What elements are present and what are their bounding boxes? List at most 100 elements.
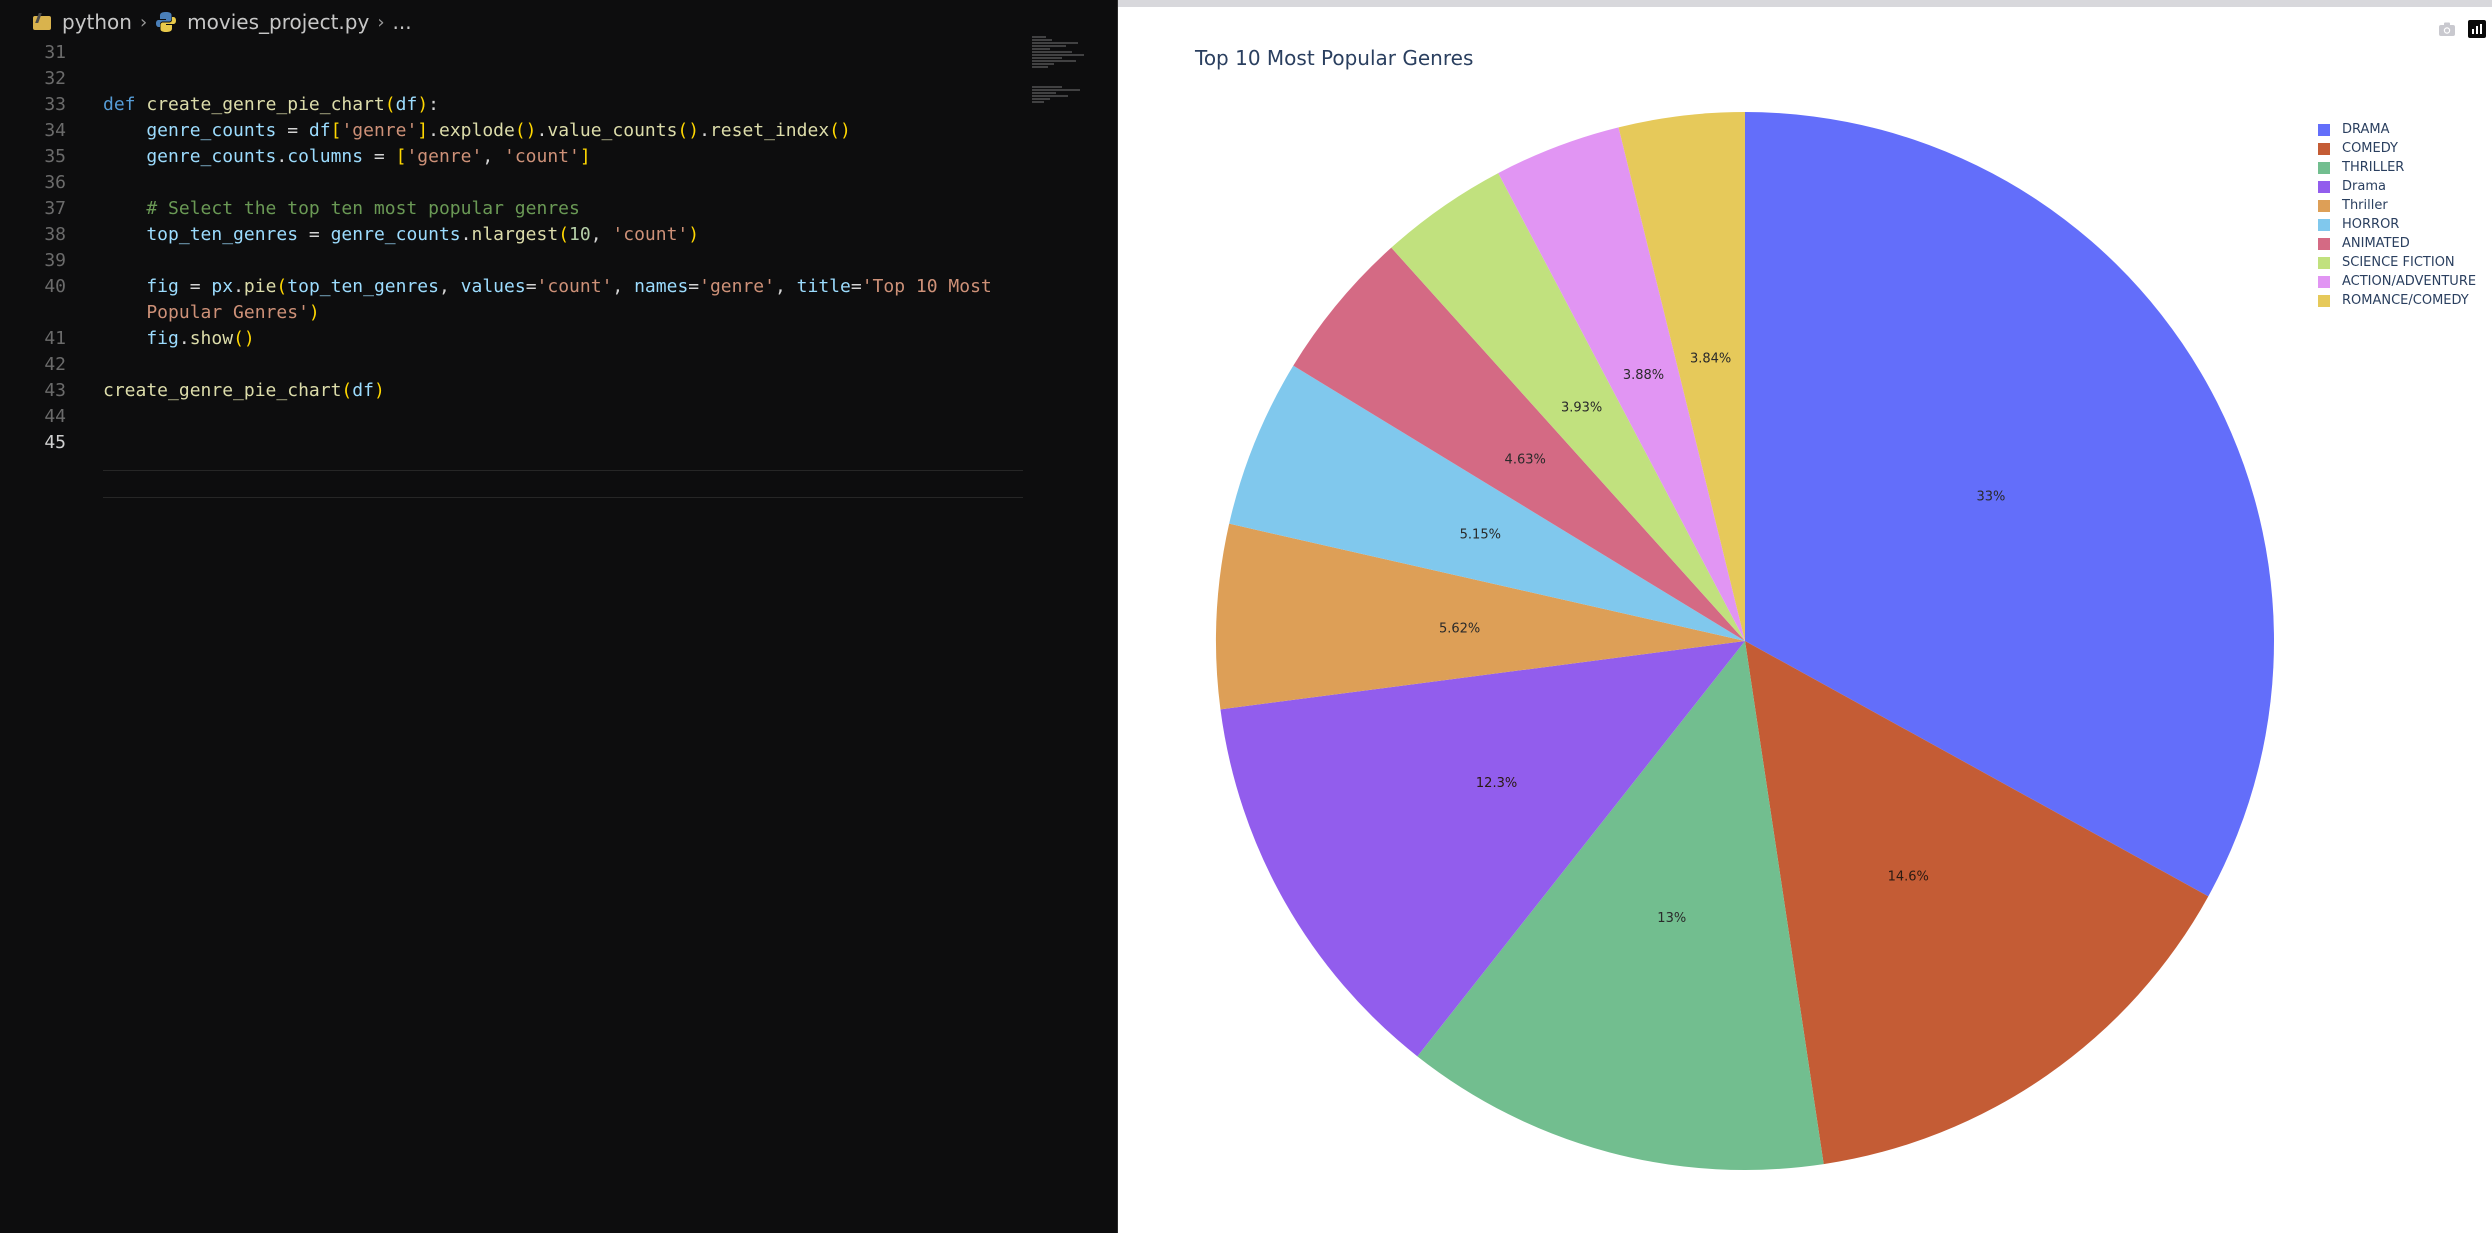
code-editor[interactable]: python › movies_project.py › ... 31 32 33 d… — [0, 0, 1118, 1233]
code-token: genre_counts — [103, 120, 277, 141]
breadcrumb-folder[interactable]: python — [32, 10, 132, 34]
legend-label: ANIMATED — [2342, 236, 2410, 251]
line-number: 32 — [44, 68, 66, 89]
legend-item[interactable]: DRAMA — [2318, 120, 2476, 139]
pie-slice-label: 3.88% — [1623, 368, 1664, 383]
legend-item[interactable]: COMEDY — [2318, 139, 2476, 158]
code-token: 'count' — [504, 146, 580, 167]
chart-legend: DRAMA COMEDY THRILLER Drama Thriller HORROR AN… — [2318, 120, 2476, 310]
legend-item[interactable]: Thriller — [2318, 196, 2476, 215]
line-number: 45 — [44, 432, 66, 453]
pie-slice-label: 3.93% — [1561, 401, 1602, 416]
pie-slice-label: 33% — [1977, 490, 2006, 505]
pie-slice-label: 4.63% — [1505, 453, 1546, 468]
code-token: . — [536, 120, 548, 141]
pie-slice-label: 12.3% — [1476, 776, 1517, 791]
line-number: 35 — [44, 146, 66, 167]
line-content: fig = px.pie(top_ten_genres, values='cou… — [103, 274, 991, 300]
code-token: pie — [243, 276, 277, 297]
line-content: genre_counts.columns = ['genre', 'count'… — [103, 144, 590, 170]
minimap-line — [1032, 63, 1054, 65]
legend-item[interactable]: ANIMATED — [2318, 234, 2476, 253]
code-token: . — [460, 224, 472, 245]
code-token: df — [352, 380, 374, 401]
legend-label: COMEDY — [2342, 141, 2398, 156]
legend-item[interactable]: THRILLER — [2318, 158, 2476, 177]
legend-swatch — [2318, 256, 2330, 269]
code-line[interactable]: 33 def create_genre_pie_chart(df): — [0, 92, 1030, 118]
minimap-line — [1032, 57, 1062, 59]
line-content: def create_genre_pie_chart(df): — [103, 92, 439, 118]
line-number: 43 — [44, 380, 66, 401]
minimap[interactable] — [1030, 36, 1118, 146]
legend-swatch — [2318, 237, 2330, 250]
python-file-icon — [156, 12, 177, 32]
code-line[interactable]: 41 fig.show() — [0, 326, 1030, 352]
legend-label: Thriller — [2342, 198, 2388, 213]
code-line[interactable]: 32 — [0, 66, 1030, 92]
legend-swatch — [2318, 142, 2330, 155]
code-line[interactable]: 40 fig = px.pie(top_ten_genres, values='… — [0, 274, 1030, 300]
minimap-line — [1032, 54, 1084, 56]
code-line[interactable]: 35 genre_counts.columns = ['genre', 'cou… — [0, 144, 1030, 170]
code-token: ( — [384, 94, 396, 115]
code-line[interactable]: 43 create_genre_pie_chart(df) — [0, 378, 1030, 404]
code-line[interactable]: 38 top_ten_genres = genre_counts.nlarges… — [0, 222, 1030, 248]
legend-item[interactable]: HORROR — [2318, 215, 2476, 234]
minimap-line — [1032, 101, 1044, 103]
legend-item[interactable]: Drama — [2318, 177, 2476, 196]
folder-icon — [32, 12, 52, 32]
code-token: values — [460, 276, 526, 297]
pie-slice-label: 5.15% — [1460, 528, 1501, 543]
breadcrumb: python › movies_project.py › ... — [0, 0, 1118, 44]
line-content: # Select the top ten most popular genres — [103, 196, 579, 222]
code-line[interactable]: 37 # Select the top ten most popular gen… — [0, 196, 1030, 222]
breadcrumb-folder-label: python — [62, 10, 132, 34]
code-token: . — [699, 120, 710, 141]
current-line-highlight — [103, 470, 1023, 498]
code-line[interactable]: 39 — [0, 248, 1030, 274]
minimap-line — [1032, 48, 1050, 50]
pie-chart[interactable]: 33% 14.6% 13% 12.3% 5.62% 5.15% 4.63% 3.93% 3.88… — [1118, 0, 2492, 1233]
code-token: 'genre' — [406, 146, 483, 167]
code-line[interactable]: Popular Genres') — [0, 300, 1030, 326]
line-content: Popular Genres') — [103, 300, 319, 326]
line-content: genre_counts = df['genre'].explode().val… — [103, 118, 851, 144]
minimap-line — [1032, 51, 1072, 53]
code-token: 10 — [569, 224, 591, 245]
code-token: [ — [395, 146, 407, 167]
code-token: . — [276, 146, 288, 167]
minimap-line — [1032, 36, 1046, 38]
line-content: top_ten_genres = genre_counts.nlargest(1… — [103, 222, 699, 248]
legend-item[interactable]: ROMANCE/COMEDY — [2318, 291, 2476, 310]
legend-swatch — [2318, 199, 2330, 212]
code-token: Popular Genres' — [103, 302, 309, 323]
pie-slice-label: 13% — [1657, 911, 1686, 926]
minimap-line — [1032, 86, 1062, 88]
line-number: 40 — [44, 276, 66, 297]
code-token: ) — [688, 224, 700, 245]
code-token: 'count' — [536, 276, 613, 297]
code-line[interactable]: 42 — [0, 352, 1030, 378]
code-line[interactable]: 34 genre_counts = df['genre'].explode().… — [0, 118, 1030, 144]
breadcrumb-file[interactable]: movies_project.py — [155, 10, 369, 34]
code-token: ) — [417, 94, 429, 115]
plot-modebar — [2436, 18, 2486, 40]
legend-swatch — [2318, 218, 2330, 231]
code-token: = — [525, 276, 537, 297]
code-token: px — [211, 276, 234, 297]
legend-item[interactable]: SCIENCE FICTION — [2318, 253, 2476, 272]
line-number: 41 — [44, 328, 66, 349]
code-line[interactable]: 44 — [0, 404, 1030, 430]
code-line[interactable]: 36 — [0, 170, 1030, 196]
line-number: 42 — [44, 354, 66, 375]
legend-item[interactable]: ACTION/ADVENTURE — [2318, 272, 2476, 291]
pie-slice-label: 14.6% — [1888, 869, 1929, 884]
camera-icon[interactable] — [2436, 18, 2458, 40]
code-token: ] — [417, 120, 429, 141]
code-line[interactable]: 45 — [0, 430, 1030, 456]
plotly-logo-icon[interactable] — [2468, 20, 2486, 38]
code-token: ( — [341, 380, 353, 401]
code-line[interactable]: 31 — [0, 40, 1030, 66]
breadcrumb-symbol[interactable]: ... — [393, 10, 412, 34]
